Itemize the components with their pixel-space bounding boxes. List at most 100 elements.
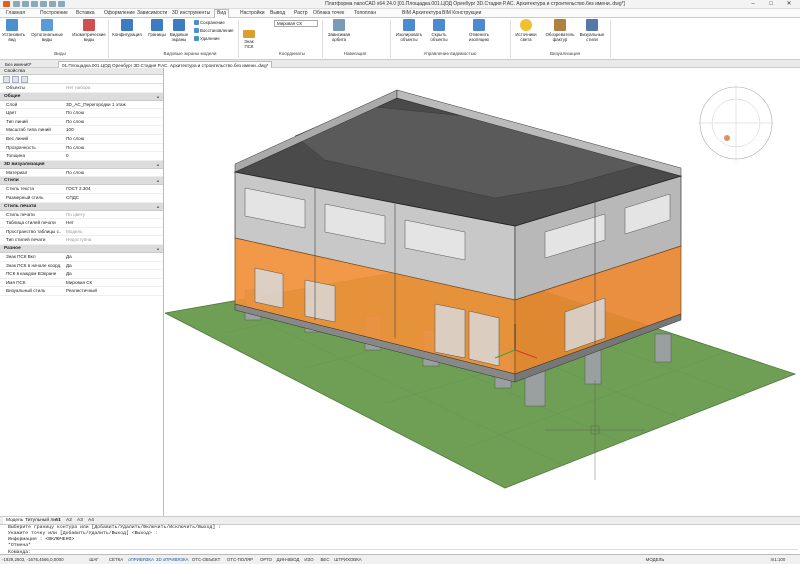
property-row[interactable]: Размерный стиль СПДС <box>0 194 163 203</box>
redo-icon[interactable] <box>58 1 65 7</box>
property-value: Мировая СК <box>66 279 93 285</box>
menu-tab[interactable]: Вид <box>214 9 230 18</box>
property-row[interactable]: Имя ПСК Мировая СК <box>0 279 163 288</box>
status-toggle[interactable]: СЕТКА <box>106 556 126 564</box>
status-toggle[interactable]: ОТС-ОБЪЕКТ <box>190 556 222 564</box>
undo-icon[interactable] <box>49 1 56 7</box>
property-row[interactable]: ПСК в каждом ВЭкране Да <box>0 270 163 279</box>
ucs-sign-button[interactable]: Знак ПСК <box>240 30 258 49</box>
maximize-icon[interactable]: □ <box>762 0 780 9</box>
menu-tab[interactable]: Вставка <box>74 10 97 18</box>
hide-button[interactable]: Скрыть объекты <box>428 19 450 42</box>
property-row[interactable]: Толщина 0 <box>0 152 163 161</box>
status-toggle[interactable]: ИЗО <box>302 556 316 564</box>
viewports-button[interactable]: Видовые экраны <box>168 19 190 42</box>
property-section-header[interactable]: Стили <box>0 177 163 186</box>
property-row[interactable]: Масштаб типа линий 100 <box>0 126 163 135</box>
property-row[interactable]: Стиль печати По цвету <box>0 211 163 220</box>
status-toggle[interactable]: 3D оПРИВЯЗКА <box>156 556 189 564</box>
property-section-header[interactable]: Стиль печати <box>0 202 163 211</box>
textures-button[interactable]: Обозреватель фактур <box>544 19 576 42</box>
menu-tab[interactable]: Зависимости <box>135 10 169 18</box>
property-name: Стиль текста <box>6 186 34 192</box>
menu-tab[interactable]: Главная <box>4 10 27 18</box>
property-row[interactable]: Таблица стилей печати Нет <box>0 219 163 228</box>
minimize-icon[interactable]: – <box>744 0 762 9</box>
quick-select-icon[interactable] <box>12 76 19 83</box>
delete-icon <box>194 36 199 42</box>
ribbon-panel: Установить вид Ортогональные виды Изометри… <box>0 18 800 60</box>
set-view-button[interactable]: Установить вид <box>2 19 25 42</box>
property-row[interactable]: Визуальный стиль Реалистичный <box>0 287 163 296</box>
property-row[interactable]: Материал По слою <box>0 169 163 178</box>
menu-tab[interactable]: BIM Конструкции <box>440 10 483 18</box>
property-value: 0 <box>66 153 69 159</box>
close-icon[interactable]: ✕ <box>780 0 798 9</box>
menu-tab[interactable]: Топоплан <box>352 10 378 18</box>
select-objects-icon[interactable] <box>3 76 10 83</box>
property-section-header[interactable]: Разное <box>0 244 163 253</box>
property-name: Знак ПСК в начале коорд... <box>6 262 61 268</box>
group-coords-label: Координаты <box>279 51 305 56</box>
new-file-icon[interactable] <box>13 1 20 7</box>
property-row[interactable]: Знак ПСК в начале коорд... Да <box>0 262 163 271</box>
property-name: Материал <box>6 169 28 175</box>
iso-views-button[interactable]: Изометрические виды <box>72 19 106 42</box>
status-toggle[interactable]: оПРИВЯЗКА <box>128 556 154 564</box>
model-viewport[interactable] <box>165 68 800 516</box>
group-views-label: Виды <box>54 51 66 56</box>
isolate-button[interactable]: Изолировать объекты <box>392 19 426 42</box>
property-name: ПСК в каждом ВЭкране <box>6 271 57 277</box>
property-row[interactable]: Стиль текста ГОСТ 2.304 <box>0 185 163 194</box>
navigation-compass[interactable] <box>695 82 777 164</box>
status-toggle[interactable]: ВЕС <box>318 556 332 564</box>
status-toggle[interactable]: ДИН-ВВОД <box>276 556 300 564</box>
ortho-views-button[interactable]: Ортогональные виды <box>30 19 64 42</box>
property-section-header[interactable]: Общие <box>0 92 163 101</box>
status-toggle[interactable]: ОРТО <box>258 556 274 564</box>
status-toggle[interactable]: ШАГ <box>84 556 104 564</box>
menu-tab[interactable]: Облака точек <box>311 10 346 18</box>
lights-button[interactable]: Источники света <box>512 19 540 42</box>
cancel-isolation-button[interactable]: Отменить изоляцию <box>464 19 494 42</box>
config-button[interactable]: Конфигурация <box>110 19 144 37</box>
objects-row[interactable]: Объекты Нет набора <box>0 84 163 93</box>
save-icon[interactable] <box>31 1 38 7</box>
property-row[interactable]: Тип линий По слою <box>0 118 163 127</box>
status-toggle[interactable]: ШТРИХОВКА <box>334 556 362 564</box>
borders-button[interactable]: Границы <box>146 19 168 37</box>
property-row[interactable]: Слой 3D_АС_Перегородки 1 этаж <box>0 101 163 110</box>
status-toggle[interactable]: ОТС-ПОЛЯР <box>224 556 256 564</box>
orbit-button[interactable]: Зависимая орбита <box>324 19 354 42</box>
menu-tab[interactable]: Вывод <box>268 10 287 18</box>
doc-tab-active[interactable]: 01.Площадка.001.ЦОД Оренбург 3D.Стадия Р… <box>58 61 273 68</box>
command-history-line: Информация : <ВКЛЮЧЕНО> <box>8 537 75 542</box>
menu-tab[interactable]: Оформление <box>102 10 137 18</box>
menu-tab[interactable]: Растр <box>292 10 310 18</box>
vp-delete-button[interactable]: Удаление <box>194 36 220 42</box>
property-section-header[interactable]: 3D визуализация <box>0 160 163 169</box>
menu-tab[interactable]: 3D инструменты <box>170 10 212 18</box>
property-row[interactable]: Тип стилей печати Недоступна <box>0 236 163 245</box>
menu-tab[interactable]: Настройки <box>238 10 267 18</box>
vp-restore-button[interactable]: Восстановление <box>194 28 234 34</box>
menu-tab[interactable]: BIM Архитектура <box>400 10 443 18</box>
property-row[interactable]: Пространство таблицы с... Модель <box>0 228 163 237</box>
doc-tab-untitled[interactable]: Без имени0* <box>2 61 35 68</box>
print-icon[interactable] <box>40 1 47 7</box>
property-row[interactable]: Прозрачность По слою <box>0 144 163 153</box>
property-row[interactable]: Цвет По слою <box>0 109 163 118</box>
vp-save-button[interactable]: Сохранение <box>194 20 225 26</box>
property-row[interactable]: Знак ПСК Вкл Да <box>0 253 163 262</box>
property-row[interactable]: Вес линий По слою <box>0 135 163 144</box>
visual-styles-button[interactable]: Визуальные стили <box>578 19 606 42</box>
toggle-pickadd-icon[interactable] <box>21 76 28 83</box>
property-name: Толщина <box>6 153 26 159</box>
save-icon <box>194 20 199 26</box>
annotation-scale[interactable]: m1:100 <box>760 556 796 564</box>
open-file-icon[interactable] <box>22 1 29 7</box>
model-space-toggle[interactable]: МОДЕЛЬ <box>640 556 670 564</box>
menu-tab[interactable]: Построение <box>38 10 70 18</box>
app-logo-icon[interactable] <box>3 1 10 7</box>
ucs-select[interactable]: Мировая СК <box>274 20 318 27</box>
